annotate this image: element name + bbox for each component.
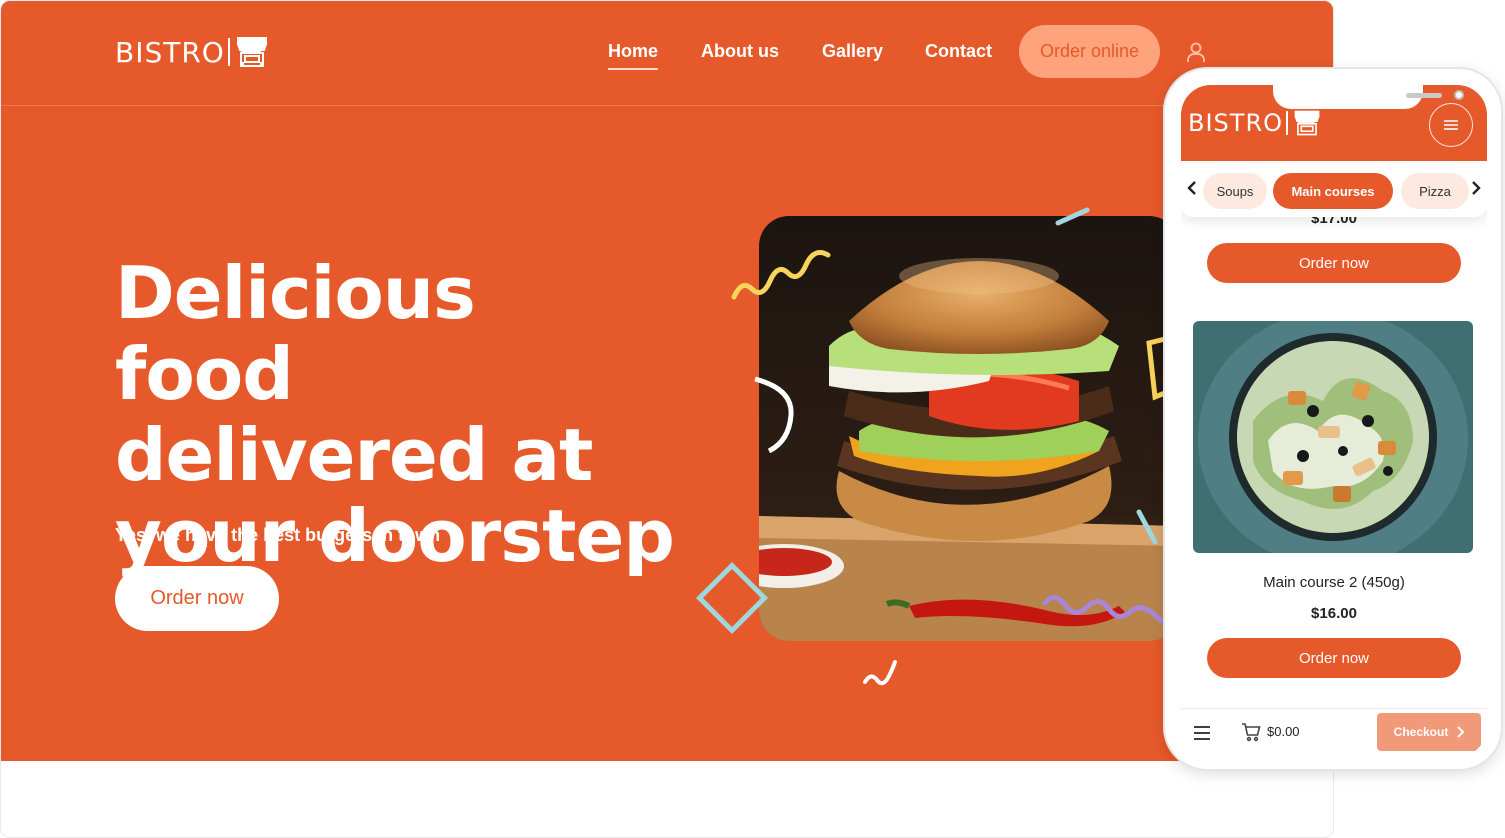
dash-blue-decoration — [1136, 509, 1158, 545]
desktop-site-preview: BISTRO Home About us Gallery Contact Ord… — [0, 0, 1334, 838]
mobile-screen: BISTRO Soups Main courses Pizza $17.00 O… — [1181, 85, 1487, 757]
diamond-blue-decoration — [695, 561, 769, 635]
hero-order-now-button[interactable]: Order now — [115, 566, 279, 631]
nav-link-contact[interactable]: Contact — [925, 41, 992, 62]
caesar-salad-photo — [1193, 321, 1473, 553]
storefront-icon — [1294, 110, 1320, 136]
phone-camera — [1454, 90, 1464, 100]
hamburger-menu-icon — [1444, 120, 1458, 130]
header-divider — [1, 105, 1333, 106]
order-online-button[interactable]: Order online — [1019, 25, 1160, 78]
hamburger-menu-button[interactable] — [1429, 103, 1473, 147]
product-name: Main course 2 (450g) — [1263, 574, 1405, 591]
phone-notch — [1273, 85, 1464, 109]
nav-link-gallery[interactable]: Gallery — [822, 41, 883, 62]
logo-divider — [1286, 111, 1289, 135]
mobile-brand-name: BISTRO — [1188, 109, 1284, 137]
chevron-right-icon[interactable] — [1469, 179, 1483, 197]
mobile-phone-preview: BISTRO Soups Main courses Pizza $17.00 O… — [1163, 67, 1503, 771]
phone-speaker — [1406, 93, 1442, 98]
squiggle-white-decoration — [863, 660, 897, 686]
order-now-button[interactable]: Order now — [1207, 638, 1461, 678]
logo-divider — [227, 38, 230, 66]
nav-link-about-us[interactable]: About us — [701, 41, 779, 62]
order-now-button[interactable]: Order now — [1207, 243, 1461, 283]
brand-logo[interactable]: BISTRO — [115, 35, 269, 69]
mobile-cart-footer: $0.00 Checkout — [1181, 708, 1487, 757]
chevron-left-icon[interactable] — [1185, 179, 1199, 197]
arc-white-decoration — [754, 376, 794, 453]
checkout-button[interactable]: Checkout — [1377, 713, 1481, 751]
squiggle-purple-decoration — [1042, 595, 1164, 624]
chevron-right-icon — [1457, 726, 1465, 738]
headline-line: Delicious food — [115, 251, 476, 416]
dash-blue-decoration — [1055, 207, 1090, 226]
squiggle-yellow-decoration — [731, 250, 831, 300]
category-tab-main-courses[interactable]: Main courses — [1273, 173, 1393, 209]
nav-link-home[interactable]: Home — [608, 41, 659, 70]
checkout-label: Checkout — [1393, 725, 1449, 739]
brand-name: BISTRO — [115, 35, 225, 69]
headline-line: delivered at — [115, 413, 593, 497]
mobile-brand-logo[interactable]: BISTRO — [1188, 109, 1321, 137]
cart-icon[interactable] — [1241, 722, 1261, 742]
hero-subheading: Yes, we have the best burgers in town — [115, 525, 441, 545]
category-tab-soups[interactable]: Soups — [1203, 173, 1267, 209]
cart-total: $0.00 — [1267, 724, 1300, 739]
product-price: $16.00 — [1311, 605, 1357, 622]
category-tabs: Soups Main courses Pizza — [1181, 161, 1487, 217]
menu-icon[interactable] — [1193, 725, 1211, 741]
storefront-icon — [236, 37, 268, 67]
user-icon[interactable] — [1186, 41, 1206, 63]
category-tab-pizza[interactable]: Pizza — [1401, 173, 1469, 209]
